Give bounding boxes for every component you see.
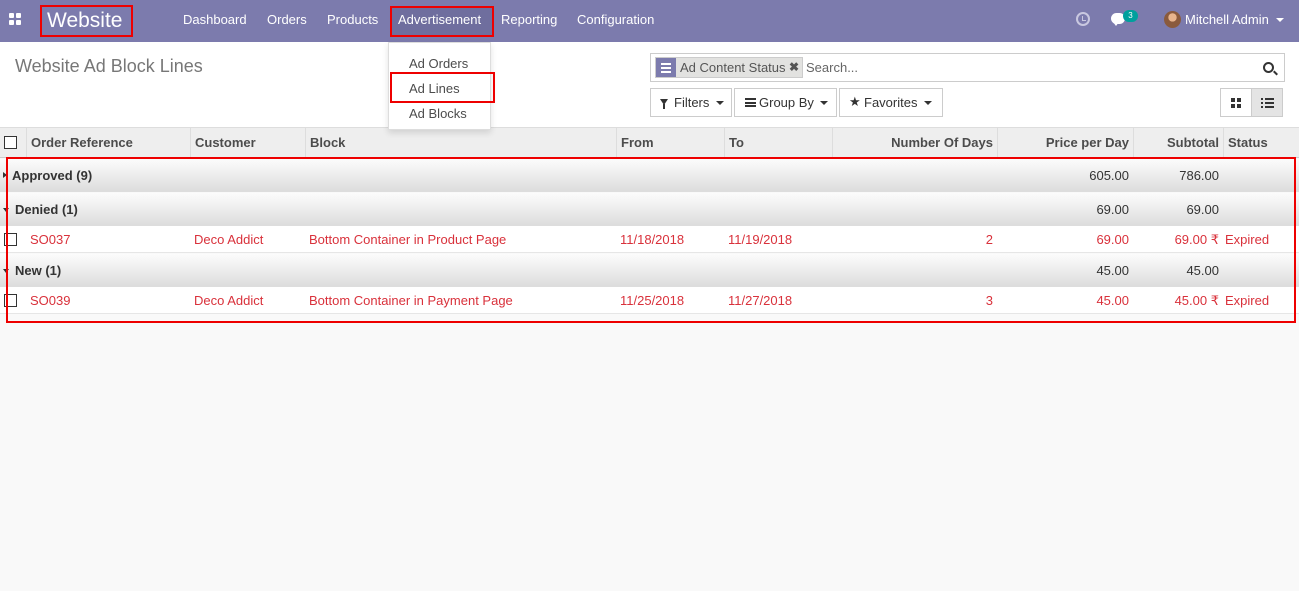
filter-icon [660, 99, 668, 109]
table-header: Order Reference Customer Block From To N… [0, 128, 1299, 158]
column-number-of-days[interactable]: Number Of Days [832, 128, 997, 158]
chevron-down-icon [716, 101, 724, 105]
menu-orders[interactable]: Orders [267, 0, 307, 42]
column-subtotal[interactable]: Subtotal [1133, 128, 1223, 158]
menu-advertisement[interactable]: Advertisement [398, 0, 481, 42]
kanban-view-icon[interactable] [1221, 89, 1252, 116]
advertisement-dropdown: Ad Orders Ad Lines Ad Blocks [388, 42, 495, 130]
search-input[interactable] [806, 57, 1246, 78]
group-by-icon [745, 98, 756, 107]
select-all-checkbox[interactable] [4, 136, 17, 149]
messages-count-badge: 3 [1123, 10, 1138, 22]
highlight-box [6, 157, 1296, 323]
favorites-label: Favorites [864, 95, 918, 110]
user-avatar[interactable] [1164, 11, 1181, 28]
control-panel: Website Ad Block Lines Ad Content Status… [0, 42, 1299, 128]
column-customer[interactable]: Customer [190, 128, 305, 158]
app-brand[interactable]: Website [40, 5, 133, 37]
column-from[interactable]: From [616, 128, 724, 158]
user-menu[interactable]: Mitchell Admin [1185, 0, 1269, 40]
menu-item-ad-blocks[interactable]: Ad Blocks [409, 106, 467, 121]
menu-item-ad-lines[interactable]: Ad Lines [409, 81, 460, 96]
group-by-button[interactable]: Group By [734, 88, 837, 117]
column-order-reference[interactable]: Order Reference [26, 128, 190, 158]
filters-button[interactable]: Filters [650, 88, 732, 117]
activity-clock-icon[interactable] [1076, 12, 1090, 26]
search-facet-ad-content-status[interactable]: Ad Content Status ✖ [655, 57, 803, 78]
menu-products[interactable]: Products [327, 0, 378, 42]
column-status[interactable]: Status [1223, 128, 1299, 158]
view-switcher [1220, 88, 1283, 117]
chevron-down-icon [924, 101, 932, 105]
facet-group-icon [656, 58, 676, 77]
column-block[interactable]: Block [305, 128, 616, 158]
favorites-button[interactable]: ★ Favorites [839, 88, 943, 117]
search-icon[interactable] [1263, 62, 1274, 73]
top-navbar: Website Dashboard Orders Products Advert… [0, 0, 1299, 42]
star-icon: ★ [849, 94, 861, 109]
facet-remove-icon[interactable]: ✖ [789, 58, 799, 77]
user-menu-caret-icon[interactable] [1276, 18, 1284, 22]
chevron-down-icon [820, 101, 828, 105]
column-price-per-day[interactable]: Price per Day [997, 128, 1133, 158]
search-bar[interactable]: Ad Content Status ✖ [650, 53, 1285, 82]
group-by-label: Group By [759, 95, 814, 110]
apps-menu-icon[interactable] [9, 13, 21, 25]
menu-dashboard[interactable]: Dashboard [183, 0, 247, 42]
list-view-icon[interactable] [1252, 89, 1282, 116]
menu-reporting[interactable]: Reporting [501, 0, 557, 42]
page-title: Website Ad Block Lines [15, 56, 203, 76]
menu-item-ad-orders[interactable]: Ad Orders [409, 56, 468, 71]
filters-label: Filters [674, 95, 710, 110]
menu-configuration[interactable]: Configuration [577, 0, 654, 42]
facet-label: Ad Content Status [680, 60, 786, 75]
column-to[interactable]: To [724, 128, 832, 158]
